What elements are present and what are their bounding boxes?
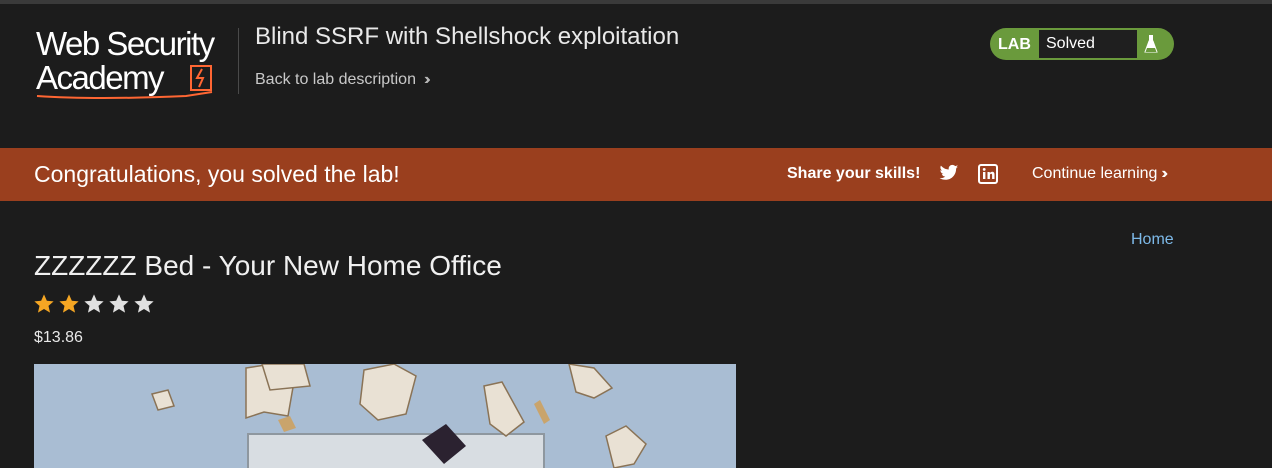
web-security-academy-logo[interactable]: Web Security Academy [36, 26, 236, 100]
star-filled-icon [34, 294, 54, 313]
back-to-lab-description-link[interactable]: Back to lab description ›› [255, 71, 430, 89]
star-empty-icon [84, 294, 104, 313]
congratulations-message: Congratulations, you solved the lab! [34, 161, 400, 187]
back-link-label: Back to lab description [255, 71, 416, 88]
lab-status-text: Solved [1039, 30, 1137, 58]
product-title: ZZZZZZ Bed - Your New Home Office [34, 250, 502, 281]
product-image [34, 364, 736, 468]
double-chevron-right-icon: ›› [1161, 165, 1167, 182]
logo-bolt-icon [190, 65, 212, 91]
header-divider [238, 28, 239, 94]
product-image-illustration [34, 364, 736, 468]
linkedin-icon[interactable] [978, 164, 998, 184]
continue-learning-label: Continue learning [1032, 165, 1158, 182]
logo-underline-icon [36, 91, 213, 99]
continue-learning-link[interactable]: Continue learning ›› [1032, 165, 1168, 183]
star-empty-icon [109, 294, 129, 313]
double-chevron-right-icon: ›› [423, 71, 430, 88]
flask-icon [1144, 35, 1158, 53]
logo-text-line1: Web Security [36, 25, 215, 62]
home-link[interactable]: Home [1131, 231, 1174, 249]
solved-banner: Congratulations, you solved the lab! Sha… [0, 148, 1272, 201]
lab-tag: LAB [998, 36, 1031, 53]
lab-status-widget: LAB Solved [990, 28, 1174, 60]
product-rating [33, 293, 155, 315]
share-label: Share your skills! [787, 165, 921, 182]
lab-header: Web Security Academy Blind SSRF with She… [0, 4, 1272, 148]
lab-title: Blind SSRF with Shellshock exploitation [255, 23, 680, 50]
star-empty-icon [134, 294, 154, 313]
star-filled-icon [59, 294, 79, 313]
product-price: $13.86 [34, 329, 83, 346]
twitter-icon[interactable] [939, 164, 959, 182]
